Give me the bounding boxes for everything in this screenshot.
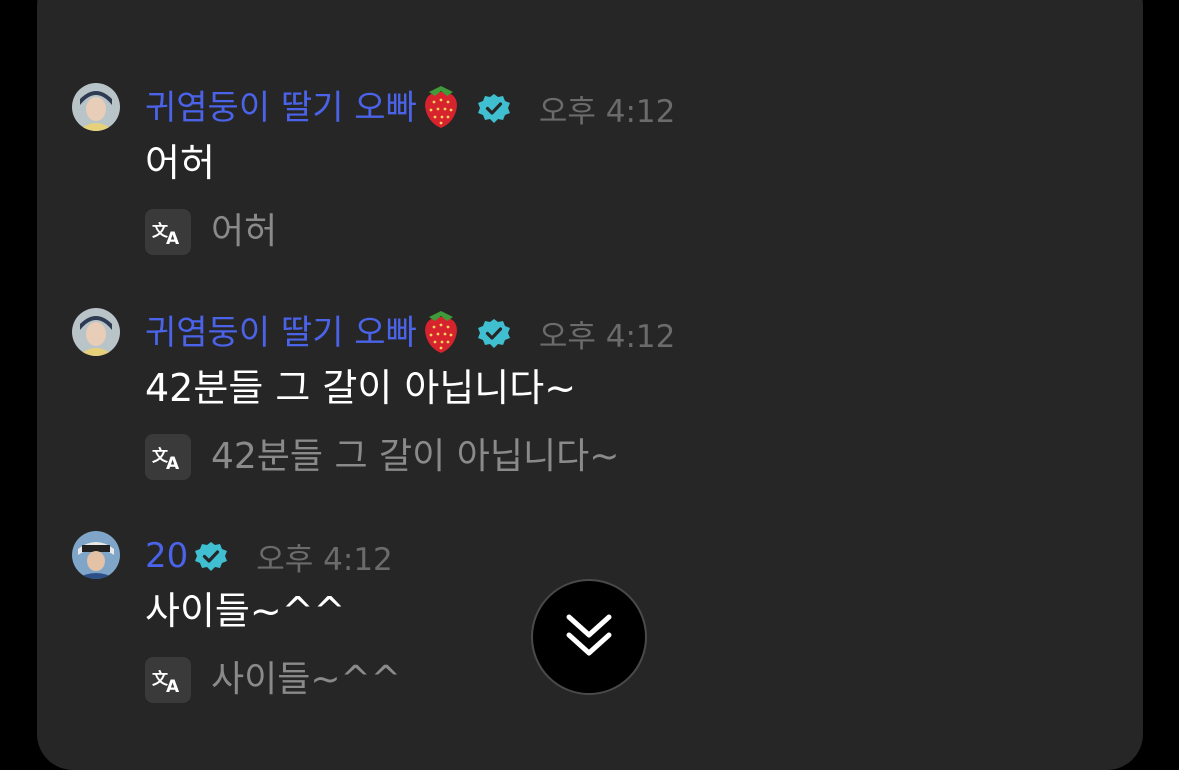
translation-row: 文 A 42분들 그 갈이 아닙니다~ xyxy=(145,434,619,480)
avatar[interactable] xyxy=(72,83,120,131)
timestamp: 오후 4:12 xyxy=(256,541,393,578)
timestamp: 오후 4:12 xyxy=(538,93,676,130)
username[interactable]: 20 xyxy=(145,536,188,576)
verified-badge-icon xyxy=(194,539,228,573)
translation-text: 42분들 그 갈이 아닙니다~ xyxy=(211,436,620,477)
double-chevron-down-icon xyxy=(563,611,615,663)
svg-text:A: A xyxy=(166,229,180,247)
verified-badge-icon xyxy=(477,91,511,125)
translate-icon[interactable]: 文 A xyxy=(145,657,191,703)
avatar[interactable] xyxy=(72,308,120,356)
avatar[interactable] xyxy=(72,531,120,579)
username[interactable]: 귀염둥이 딸기 오빠 xyxy=(145,88,417,128)
translate-icon[interactable]: 文 A xyxy=(145,209,191,255)
message-text: 사이들~^^ xyxy=(145,589,346,633)
svg-text:A: A xyxy=(166,454,180,472)
message-text: 42분들 그 갈이 아닙니다~ xyxy=(145,366,577,410)
strawberry-emoji-icon xyxy=(419,307,463,359)
message-header: 귀염둥이 딸기 오빠 오후 4:12 xyxy=(145,83,675,133)
message-text: 어허 xyxy=(145,141,215,185)
message-header: 20 오후 4:12 xyxy=(145,531,393,581)
username[interactable]: 귀염둥이 딸기 오빠 xyxy=(145,313,417,353)
verified-badge-icon xyxy=(477,316,511,350)
translation-row: 文 A 사이들~^^ xyxy=(145,657,401,703)
scroll-to-bottom-button[interactable] xyxy=(531,579,647,695)
message-header: 귀염둥이 딸기 오빠 오후 4:12 xyxy=(145,308,675,358)
timestamp: 오후 4:12 xyxy=(538,318,676,355)
translation-text: 어허 xyxy=(211,211,278,252)
translation-row: 文 A 어허 xyxy=(145,209,277,255)
translation-text: 사이들~^^ xyxy=(211,659,401,700)
strawberry-emoji-icon xyxy=(419,82,463,134)
svg-text:A: A xyxy=(166,677,180,695)
translate-icon[interactable]: 文 A xyxy=(145,434,191,480)
